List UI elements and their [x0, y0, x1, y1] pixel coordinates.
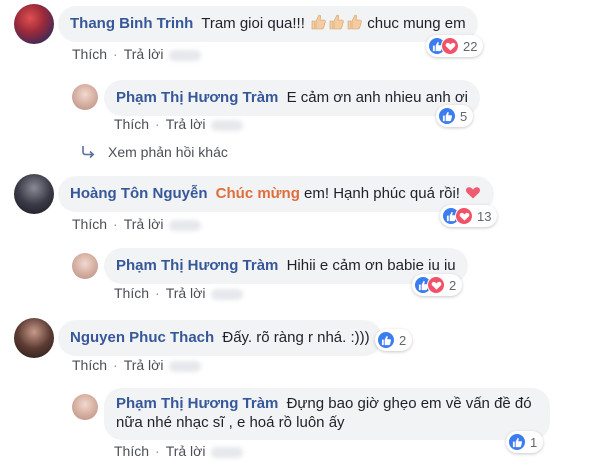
- reaction-summary-1[interactable]: 22: [426, 35, 484, 57]
- reaction-count: 2: [449, 277, 457, 293]
- comment-bubble-1: Thang Binh Trinh Tram gioi qua!!! chuc m…: [58, 6, 478, 42]
- like-icon: [377, 331, 395, 349]
- heart-emoji-icon: [465, 184, 481, 200]
- timestamp: [211, 288, 244, 300]
- comment-actions-3: Thích · Trả lời: [72, 357, 207, 373]
- reply-link[interactable]: Trả lời: [166, 116, 206, 132]
- reply-actions-2: Thích · Trả lời: [114, 285, 249, 301]
- separator: ·: [113, 216, 118, 232]
- reaction-summary-2[interactable]: 5: [436, 105, 474, 127]
- separator: ·: [155, 443, 160, 459]
- reply-author-1[interactable]: Phạm Thị Hương Tràm: [116, 89, 278, 106]
- thumbs-up-emoji-icon: [346, 14, 362, 30]
- reply-text-1: E cảm ơn anh nhieu anh ơi: [286, 89, 469, 106]
- timestamp: [211, 119, 244, 131]
- reply-link[interactable]: Trả lời: [166, 443, 206, 459]
- like-link[interactable]: Thích: [114, 285, 149, 301]
- reply-arrow-icon: [82, 146, 95, 159]
- avatar-nguyen-phuc-thach[interactable]: [14, 318, 54, 358]
- reaction-summary-5[interactable]: 2: [375, 329, 413, 351]
- comment-highlight-2: Chúc mừng: [215, 185, 300, 202]
- like-link[interactable]: Thích: [72, 357, 107, 373]
- timestamp: [169, 49, 202, 61]
- avatar-pham-thi-huong-tram[interactable]: [72, 84, 98, 110]
- comment-text-2: em! Hạnh phúc quá rồi!: [299, 185, 460, 202]
- reply-link[interactable]: Trả lời: [124, 357, 164, 373]
- reply-link[interactable]: Trả lời: [124, 46, 164, 62]
- reaction-count: 13: [477, 208, 492, 224]
- comment-author-2[interactable]: Hoàng Tôn Nguyễn: [70, 185, 208, 202]
- like-link[interactable]: Thích: [72, 216, 107, 232]
- reaction-count: 22: [463, 38, 478, 54]
- reaction-count: 5: [460, 108, 468, 124]
- like-link[interactable]: Thích: [114, 116, 149, 132]
- reaction-summary-3[interactable]: 13: [440, 205, 498, 227]
- thumbs-up-emoji-icon: [310, 14, 326, 30]
- comment-text-1a: Tram gioi qua!!!: [201, 15, 305, 32]
- love-icon: [455, 207, 473, 225]
- comment-text-1b: chuc mung em: [367, 15, 466, 32]
- reply-link[interactable]: Trả lời: [166, 285, 206, 301]
- reaction-count: 2: [399, 332, 407, 348]
- avatar-hoang-ton-nguyen[interactable]: [14, 174, 54, 214]
- reply-author-3[interactable]: Phạm Thị Hương Tràm: [116, 395, 278, 412]
- comment-actions-2: Thích · Trả lời: [72, 216, 207, 232]
- like-icon: [438, 107, 456, 125]
- timestamp: [169, 360, 202, 372]
- reply-actions-3: Thích · Trả lời: [114, 443, 249, 459]
- reply-bubble-1: Phạm Thị Hương Tràm E cảm ơn anh nhieu a…: [104, 80, 481, 116]
- comment-actions-1: Thích · Trả lời: [72, 46, 207, 62]
- reply-bubble-3: Phạm Thị Hương Tràm Đựng bao giờ ghẹo em…: [104, 388, 550, 440]
- love-icon: [427, 276, 445, 294]
- reply-actions-1: Thích · Trả lời: [114, 116, 249, 132]
- separator: ·: [113, 357, 118, 373]
- reply-text-2: Hihii e cảm ơn babie iu iu: [286, 257, 456, 274]
- avatar-pham-thi-huong-tram[interactable]: [72, 253, 98, 279]
- like-link[interactable]: Thích: [114, 443, 149, 459]
- comment-text-3: Đấy. rõ ràng r nhá. :))): [222, 329, 370, 346]
- love-icon: [441, 37, 459, 55]
- reaction-summary-6[interactable]: 1: [506, 431, 544, 453]
- comment-author-3[interactable]: Nguyen Phuc Thach: [70, 329, 214, 346]
- separator: ·: [155, 116, 160, 132]
- comment-bubble-2: Hoàng Tôn Nguyễn Chúc mừng em! Hạnh phúc…: [58, 176, 495, 212]
- comment-author-1[interactable]: Thang Binh Trinh: [70, 15, 193, 32]
- view-more-replies[interactable]: Xem phản hồi khác: [80, 144, 228, 160]
- reply-link[interactable]: Trả lời: [124, 216, 164, 232]
- separator: ·: [155, 285, 160, 301]
- view-more-replies-label: Xem phản hồi khác: [108, 144, 228, 160]
- comment-bubble-3: Nguyen Phuc Thach Đấy. rõ ràng r nhá. :)…: [58, 320, 382, 356]
- reaction-summary-4[interactable]: 2: [412, 274, 463, 296]
- like-icon: [508, 433, 526, 451]
- avatar-thang-binh-trinh[interactable]: [14, 4, 54, 44]
- timestamp: [211, 446, 244, 458]
- timestamp: [169, 219, 202, 231]
- thumbs-up-emoji-icon: [328, 14, 344, 30]
- like-link[interactable]: Thích: [72, 46, 107, 62]
- separator: ·: [113, 46, 118, 62]
- reaction-count: 1: [530, 434, 538, 450]
- avatar-pham-thi-huong-tram[interactable]: [72, 394, 98, 420]
- reply-author-2[interactable]: Phạm Thị Hương Tràm: [116, 257, 278, 274]
